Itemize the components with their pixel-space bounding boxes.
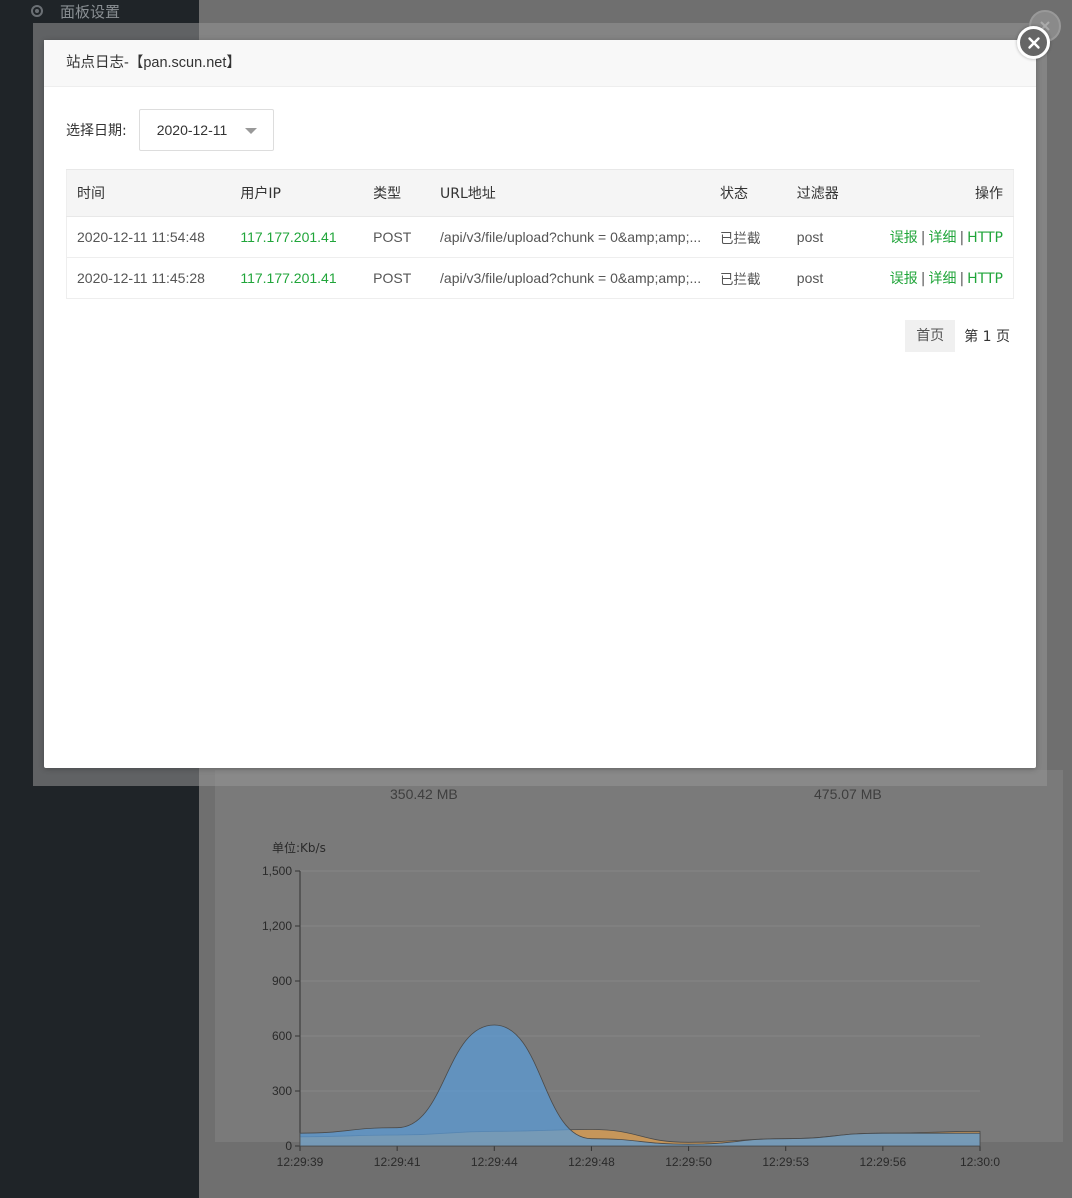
y-tick-label: 600 [272,1029,292,1043]
log-table: 时间 用户IP 类型 URL地址 状态 过滤器 操作 2020-12-11 11… [66,169,1014,299]
date-label: 选择日期: [66,123,127,139]
cell-filter: post [796,229,824,245]
x-tick-label: 12:29:44 [471,1155,518,1169]
cell-filter: post [796,270,824,286]
series-area-1 [299,1024,981,1147]
cell-status: 已拦截 [719,272,761,288]
detail-link[interactable]: 详细 [928,271,956,287]
cell-time: 2020-12-11 11:54:48 [77,229,205,245]
cell-actions: 误报 | 详细 | HTTP [876,258,1013,299]
separator: | [920,230,926,246]
close-dialog-button[interactable] [1017,26,1050,59]
stat-value-right: 475.07 MB [814,786,882,802]
pagination: 首页 第 1 页 [905,320,1010,352]
separator: | [959,271,965,287]
cell-ip: 117.177.201.41 [240,229,337,245]
x-tick-label: 12:29:41 [374,1155,421,1169]
separator: | [959,230,965,246]
column-header-time: 时间 [66,169,231,217]
http-link[interactable]: HTTP [967,271,1003,287]
x-tick-label: 12:29:56 [859,1155,906,1169]
cell-status: 已拦截 [719,231,761,247]
sidebar-item-label: 面板设置 [60,2,121,21]
x-tick-label: 12:29:50 [665,1155,712,1169]
x-tick-label: 12:29:48 [568,1155,615,1169]
first-page-button[interactable]: 首页 [905,320,956,352]
column-header-url: URL地址 [430,169,710,217]
traffic-chart: 单位:Kb/s 0 300 600 900 1,200 1,500 12:29:39 12:29… [240,836,1020,1181]
cell-actions: 误报 | 详细 | HTTP [876,217,1013,258]
table-row: 2020-12-11 11:54:48 117.177.201.41 POST … [66,217,1014,258]
column-header-actions: 操作 [876,169,1014,217]
sidebar-item-panel-settings[interactable]: 面板设置 [28,0,120,22]
current-page-label: 第 1 页 [964,329,1010,345]
date-select-value: 2020-12-11 [156,122,228,138]
x-tick-label: 12:30:0 [960,1155,1000,1169]
close-icon [1027,36,1040,49]
date-select[interactable]: 2020-12-11 [138,109,274,151]
report-false-positive-link[interactable]: 误报 [890,230,918,246]
y-tick-label: 1,200 [262,919,292,933]
cell-url: /api/v3/file/upload?chunk = 0&amp;amp;..… [440,229,702,245]
column-header-filter: 过滤器 [786,169,877,217]
date-filter: 选择日期: 2020-12-11 [66,109,274,151]
dialog-title: 站点日志-【pan.scun.net】 [44,40,1036,87]
stat-value-left: 350.42 MB [390,786,458,802]
cell-time: 2020-12-11 11:45:28 [77,270,205,286]
cell-url: /api/v3/file/upload?chunk = 0&amp;amp;..… [440,270,702,286]
table-row: 2020-12-11 11:45:28 117.177.201.41 POST … [66,258,1014,299]
separator: | [920,271,926,287]
x-tick-label: 12:29:39 [277,1155,324,1169]
detail-link[interactable]: 详细 [928,230,956,246]
cell-type: POST [373,229,412,245]
chevron-down-icon [244,128,257,134]
traffic-chart-svg: 单位:Kb/s 0 300 600 900 1,200 1,500 12:29:39 12:29… [262,840,1000,1169]
table-header-row: 时间 用户IP 类型 URL地址 状态 过滤器 操作 [66,169,1014,217]
column-header-ip: 用户IP [230,169,364,217]
x-tick-label: 12:29:53 [762,1155,809,1169]
y-axis-label: 单位:Kb/s [272,840,326,855]
cell-ip: 117.177.201.41 [240,270,337,286]
cell-type: POST [373,270,412,286]
y-tick-label: 300 [272,1084,292,1098]
site-log-dialog: 站点日志-【pan.scun.net】 选择日期: 2020-12-11 时间 … [44,40,1036,768]
gear-icon [28,2,46,20]
y-tick-label: 1,500 [262,864,292,878]
column-header-type: 类型 [363,169,431,217]
y-tick-label: 0 [285,1139,292,1153]
column-header-status: 状态 [709,169,787,217]
http-link[interactable]: HTTP [967,230,1003,246]
y-tick-label: 900 [272,974,292,988]
report-false-positive-link[interactable]: 误报 [890,271,918,287]
